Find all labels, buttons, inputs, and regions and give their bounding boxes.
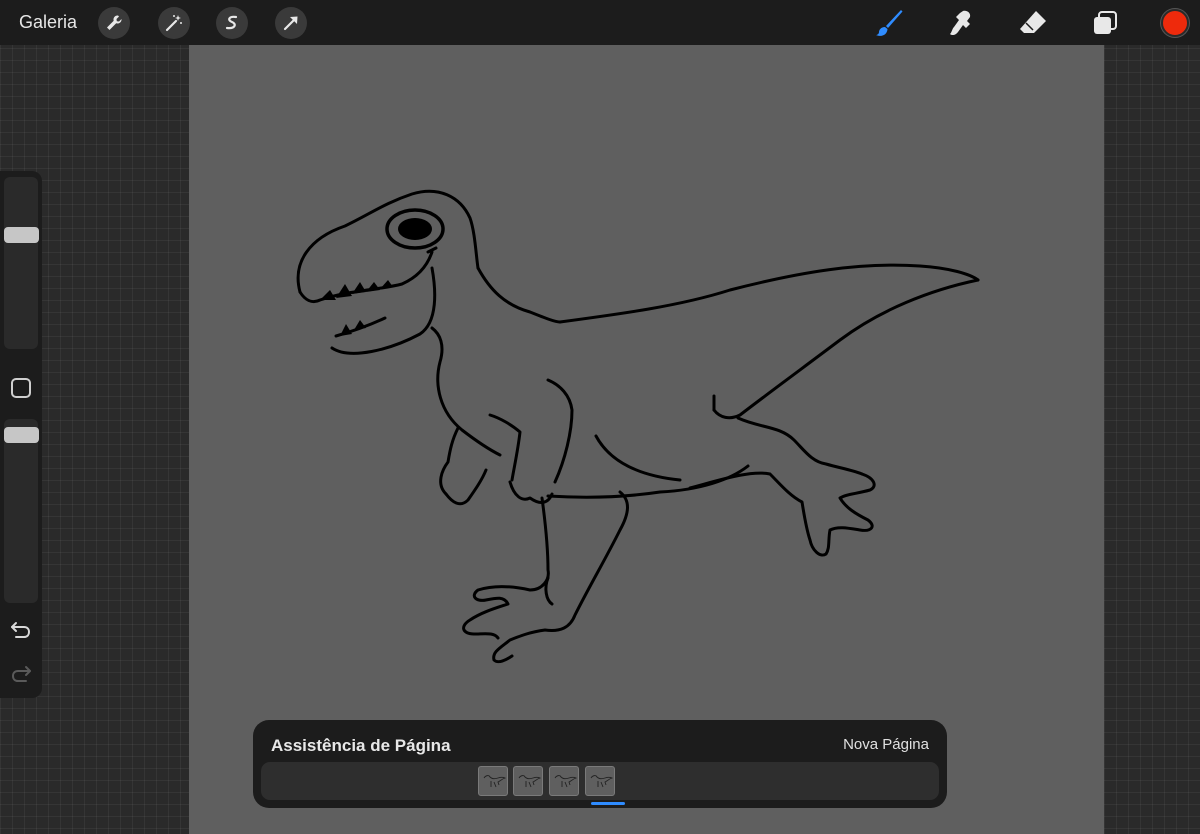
adjustments-button[interactable] xyxy=(158,7,190,39)
page-thumbnail[interactable] xyxy=(513,766,543,796)
page-thumbnail-strip xyxy=(261,762,939,805)
brush-size-slider-thumb[interactable] xyxy=(4,227,39,243)
smudge-tool-button[interactable] xyxy=(946,8,976,38)
undo-icon xyxy=(11,622,31,638)
arrow-cursor-icon xyxy=(283,16,298,31)
brush-size-slider[interactable] xyxy=(4,177,39,349)
opacity-slider[interactable] xyxy=(4,419,39,603)
redo-button[interactable] xyxy=(9,661,33,685)
dinosaur-thumbnail xyxy=(590,775,613,788)
eraser-icon xyxy=(1020,11,1046,33)
eraser-tool-button[interactable] xyxy=(1018,8,1048,38)
drawing-canvas[interactable] xyxy=(189,45,1104,834)
brush-icon-handle xyxy=(886,10,903,28)
selection-button[interactable] xyxy=(216,7,248,39)
layers-icon xyxy=(1094,11,1117,34)
brush-tool-button[interactable] xyxy=(874,8,904,38)
left-sidebar xyxy=(0,171,42,698)
wrench-icon xyxy=(107,15,122,30)
page-assist-title: Assistência de Página xyxy=(271,736,451,755)
gallery-link[interactable]: Galeria xyxy=(19,12,77,33)
modify-button[interactable] xyxy=(11,378,31,398)
layers-button[interactable] xyxy=(1090,8,1120,38)
redo-icon xyxy=(11,666,31,682)
new-page-button[interactable]: Nova Página xyxy=(843,736,929,753)
transform-button[interactable] xyxy=(275,7,307,39)
smudge-icon xyxy=(950,10,971,36)
page-thumbnail[interactable] xyxy=(478,766,508,796)
dinosaur-thumbnail xyxy=(554,775,577,788)
top-toolbar: Galeria xyxy=(0,0,1200,45)
page-thumbnail-selected[interactable] xyxy=(585,766,615,796)
color-picker-button[interactable] xyxy=(1161,9,1189,37)
brush-icon-tip xyxy=(876,27,888,36)
brush-icon xyxy=(876,10,903,36)
undo-button[interactable] xyxy=(9,617,33,641)
opacity-slider-thumb[interactable] xyxy=(4,427,39,443)
dinosaur-thumbnail xyxy=(483,775,506,788)
dinosaur-thumbnail xyxy=(518,775,541,788)
dinosaur-drawing xyxy=(296,189,980,664)
selected-page-indicator xyxy=(591,802,625,805)
magic-wand-icon xyxy=(165,15,182,32)
page-thumbnail[interactable] xyxy=(549,766,579,796)
page-assist-panel: Assistência de Página Nova Página xyxy=(253,720,947,808)
selection-s-icon xyxy=(225,15,238,30)
actions-button[interactable] xyxy=(98,7,130,39)
